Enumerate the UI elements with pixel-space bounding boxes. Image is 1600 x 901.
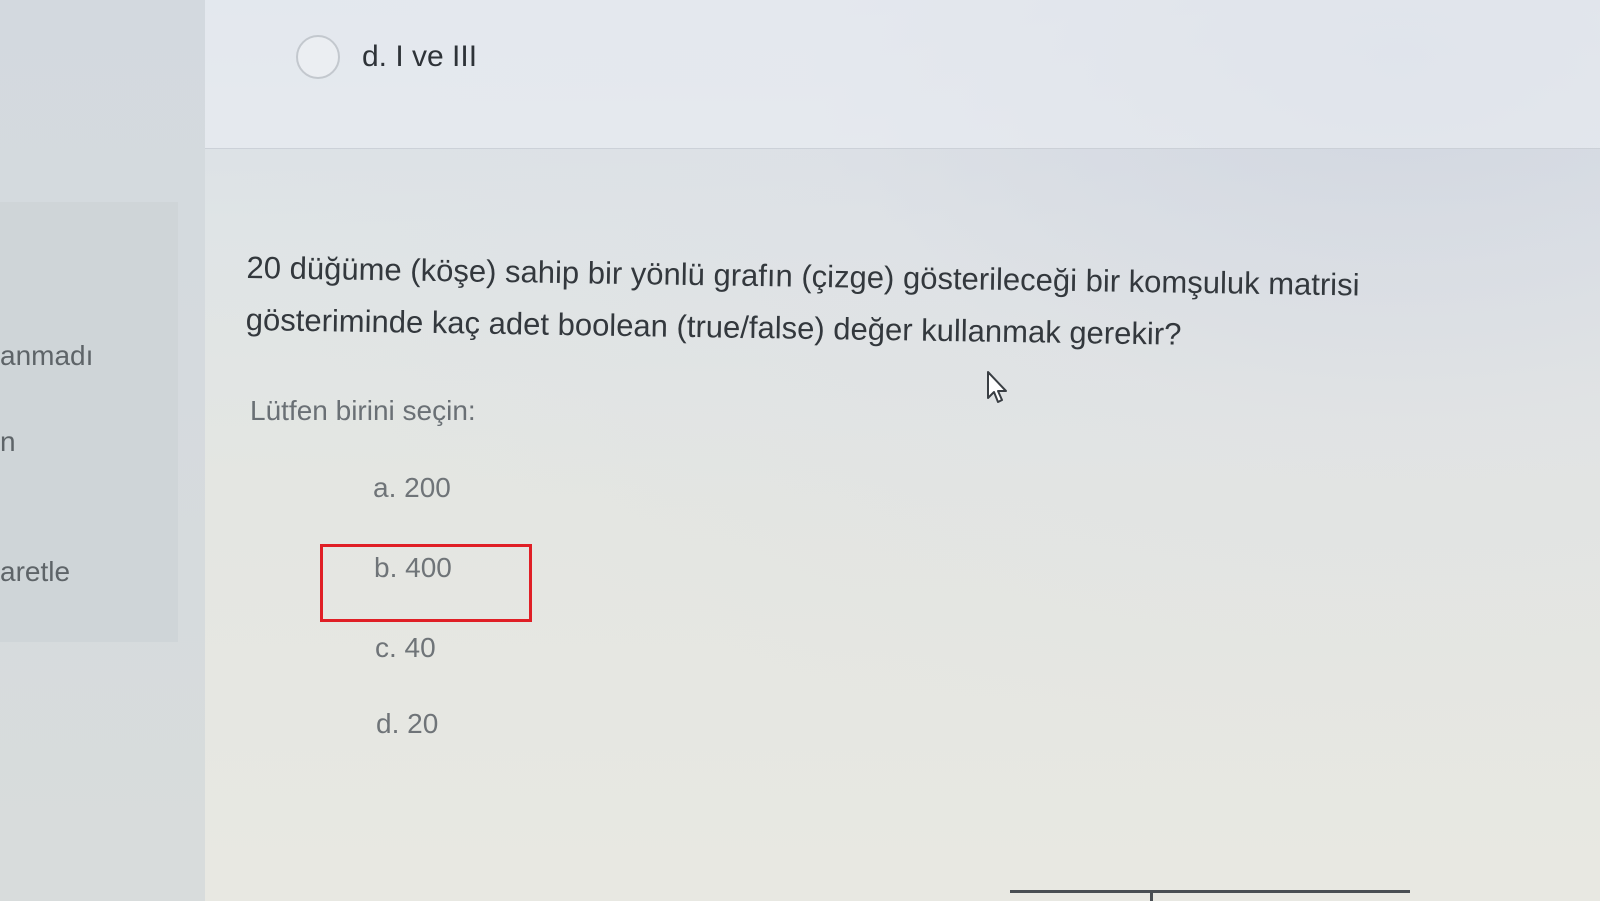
sidebar-text-fragment-2: n xyxy=(0,426,16,457)
option-d-radio-previous[interactable] xyxy=(296,35,340,79)
sidebar-panel: anmadı n aretle xyxy=(0,0,205,901)
mouse-pointer-icon xyxy=(987,371,1007,403)
answer-highlight-box xyxy=(320,544,532,622)
previous-question-card xyxy=(205,0,1600,149)
option-a[interactable]: a. 200 xyxy=(373,472,451,504)
option-d[interactable]: d. 20 xyxy=(376,708,438,740)
bottom-edge-bar xyxy=(1010,890,1410,901)
option-c[interactable]: c. 40 xyxy=(375,632,436,664)
question-text: 20 düğüme (köşe) sahip bir yönlü grafın … xyxy=(245,242,1446,365)
screen: anmadı n aretle d. I ve III 20 düğüme (k… xyxy=(0,0,1600,901)
sidebar-text-fragment-1: anmadı xyxy=(0,340,94,371)
choose-one-prompt: Lütfen birini seçin: xyxy=(250,395,476,426)
sidebar-text-fragment-3: aretle xyxy=(0,556,71,587)
previous-option-d-label[interactable]: d. I ve III xyxy=(362,40,477,74)
bottom-edge-divider xyxy=(1150,890,1153,901)
